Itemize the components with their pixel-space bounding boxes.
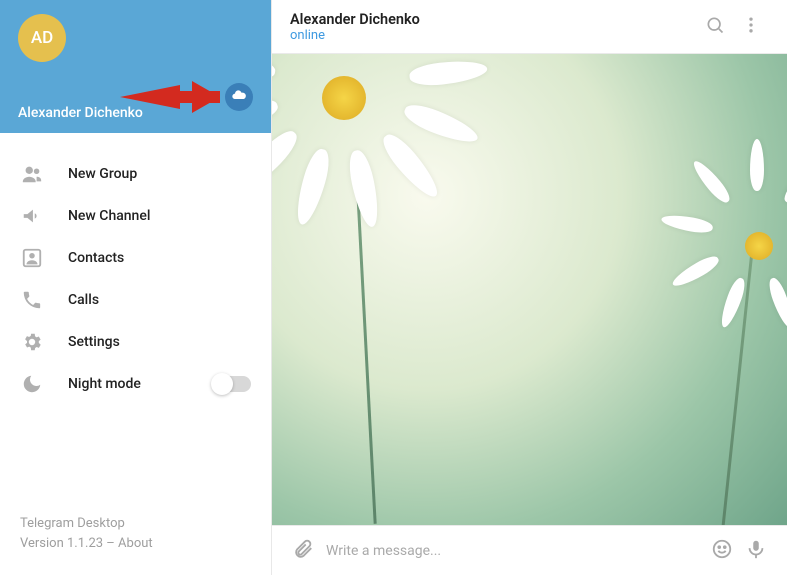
voice-button[interactable] [739,534,773,568]
emoji-button[interactable] [705,534,739,568]
cloud-icon [231,87,247,107]
menu-label: Settings [68,334,120,350]
chat-panel: Alexander Dichenko online [272,0,787,575]
attach-button[interactable] [286,534,320,568]
more-vertical-icon [741,15,761,39]
menu-settings[interactable]: Settings [0,321,271,363]
chat-body [272,54,787,525]
megaphone-icon [20,204,44,228]
person-icon [20,246,44,270]
app-root: AD Alexander Dichenko New Group [0,0,787,575]
menu-new-group[interactable]: New Group [0,153,271,195]
menu-calls[interactable]: Calls [0,279,271,321]
sidebar-header: AD Alexander Dichenko [0,0,271,133]
chat-title-block[interactable]: Alexander Dichenko online [290,11,697,43]
profile-name: Alexander Dichenko [18,105,253,121]
sidebar: AD Alexander Dichenko New Group [0,0,272,575]
gear-icon [20,330,44,354]
search-button[interactable] [697,9,733,45]
menu-label: Night mode [68,376,141,392]
menu-label: Calls [68,292,99,308]
background-flower [272,54,432,186]
menu-contacts[interactable]: Contacts [0,237,271,279]
search-icon [705,15,725,39]
chat-status: online [290,28,697,43]
chat-title: Alexander Dichenko [290,11,697,28]
footer-title: Telegram Desktop [20,514,251,534]
menu-night-mode[interactable]: Night mode [0,363,271,405]
sidebar-menu: New Group New Channel Contacts Calls Set… [0,133,271,514]
menu-label: Contacts [68,250,124,266]
menu-new-channel[interactable]: New Channel [0,195,271,237]
paperclip-icon [292,538,314,564]
moon-icon [20,372,44,396]
menu-label: New Channel [68,208,150,224]
more-button[interactable] [733,9,769,45]
night-mode-toggle[interactable] [213,376,251,392]
footer-version[interactable]: Version 1.1.23 – About [20,534,251,554]
chat-input-bar [272,525,787,575]
menu-label: New Group [68,166,137,182]
microphone-icon [745,538,767,564]
background-flower [697,184,787,304]
phone-icon [20,288,44,312]
saved-messages-cloud-button[interactable] [225,83,253,111]
avatar[interactable]: AD [18,14,66,62]
smile-icon [711,538,733,564]
message-input[interactable] [320,543,705,559]
chat-header: Alexander Dichenko online [272,0,787,54]
group-icon [20,162,44,186]
sidebar-footer: Telegram Desktop Version 1.1.23 – About [0,514,271,575]
